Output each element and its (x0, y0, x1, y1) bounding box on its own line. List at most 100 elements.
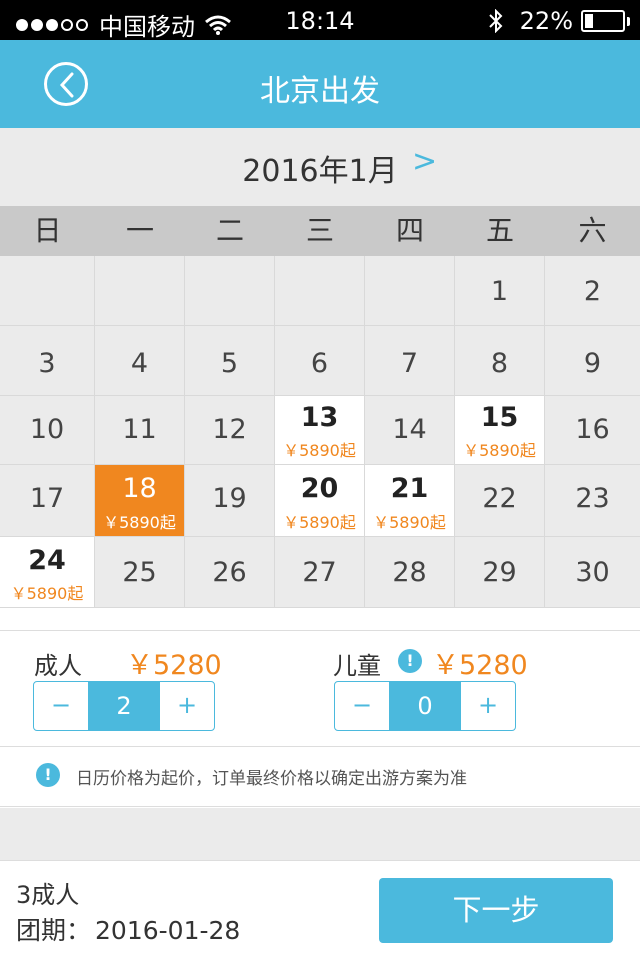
calendar-week-row: 12 (0, 256, 640, 326)
calendar-day-18[interactable]: 18 ￥5890起 (95, 465, 184, 536)
calendar-day-6: 6 (275, 326, 364, 395)
spacer (0, 808, 640, 860)
passenger-section: 成人 ￥5280 − 2 + 儿童 ! ￥5280 − 0 + (0, 630, 640, 747)
calendar-day-26: 26 (185, 537, 274, 607)
calendar-day-29: 29 (455, 537, 544, 607)
adult-plus-button[interactable]: + (160, 682, 214, 730)
date-label: 团期： (16, 916, 92, 945)
day-number: 29 (482, 557, 517, 588)
battery-level (585, 14, 593, 28)
status-bar: 中国移动 18:14 22% (0, 0, 640, 41)
day-price: ￥5890起 (283, 441, 356, 460)
adult-count: 2 (88, 682, 160, 730)
day-number: 3 (38, 348, 56, 379)
day-number: 21 (390, 473, 429, 504)
day-price: ￥5890起 (463, 441, 536, 460)
calendar-empty-cell (185, 256, 274, 325)
child-stepper: − 0 + (334, 681, 516, 731)
calendar-day-14: 14 (365, 396, 454, 464)
calendar-day-12: 12 (185, 396, 274, 464)
calendar-day-2: 2 (545, 256, 640, 325)
child-info-icon[interactable]: ! (398, 649, 422, 673)
calendar-day-3: 3 (0, 326, 94, 395)
day-number: 11 (122, 414, 157, 445)
day-number: 14 (392, 414, 427, 445)
price-notice: ! 日历价格为起价，订单最终价格以确定出游方案为准 (0, 747, 640, 807)
nav-bar: 北京出发 (0, 40, 640, 128)
calendar-day-22: 22 (455, 465, 544, 536)
battery-tip (627, 16, 630, 26)
day-number: 2 (583, 276, 602, 307)
next-month-button[interactable]: > (412, 144, 437, 179)
child-label: 儿童 (333, 652, 381, 680)
calendar-day-5: 5 (185, 326, 274, 395)
day-number: 25 (122, 557, 157, 588)
calendar-day-20[interactable]: 20 ￥5890起 (275, 465, 364, 536)
notice-info-icon: ! (36, 763, 60, 787)
day-number: 9 (583, 348, 602, 379)
month-header: 2016年1月 > (0, 128, 640, 206)
weekday-label: 一 (125, 214, 154, 247)
calendar-day-28: 28 (365, 537, 454, 607)
day-price: ￥5890起 (373, 513, 446, 532)
calendar-day-1: 1 (455, 256, 544, 325)
calendar-day-10: 10 (0, 396, 94, 464)
day-number: 26 (212, 557, 247, 588)
next-step-button[interactable]: 下一步 (379, 878, 613, 943)
day-number: 7 (400, 348, 419, 379)
footer-bar: 3成人 团期： 2016-01-28 下一步 (0, 860, 640, 960)
departure-date: 团期： 2016-01-28 (16, 911, 240, 947)
calendar-empty-cell (365, 256, 454, 325)
weekday-label: 三 (305, 214, 334, 247)
battery-icon (581, 10, 625, 32)
day-number: 19 (212, 483, 247, 514)
calendar-week-row: 3 4 5 6 7 8 9 (0, 326, 640, 396)
notice-text: 日历价格为起价，订单最终价格以确定出游方案为准 (76, 769, 467, 789)
child-price: ￥5280 (432, 650, 528, 681)
day-number: 16 (575, 414, 610, 445)
day-number: 4 (130, 348, 149, 379)
calendar-grid: 1 2 3 4 5 6 7 8 9 10 11 12 13 ￥5890起 14 15 ￥5890起 16 17 18 ￥… (0, 256, 640, 608)
weekday-header: 日一二三四五六 (0, 206, 640, 256)
weekday-label: 四 (395, 214, 424, 247)
calendar-week-row: 24 ￥5890起 25 26 27 28 29 30 (0, 537, 640, 608)
page-title: 北京出发 (260, 74, 380, 109)
passenger-summary: 3成人 (16, 881, 80, 909)
day-number: 1 (490, 276, 509, 307)
calendar-day-4: 4 (95, 326, 184, 395)
calendar-day-21[interactable]: 21 ￥5890起 (365, 465, 454, 536)
day-number: 15 (480, 402, 519, 433)
child-plus-button[interactable]: + (461, 682, 515, 730)
calendar-day-24[interactable]: 24 ￥5890起 (0, 537, 94, 607)
adult-minus-button[interactable]: − (34, 682, 88, 730)
day-number: 12 (212, 414, 247, 445)
day-number: 20 (300, 473, 339, 504)
month-label: 2016年1月 (242, 154, 398, 189)
child-minus-button[interactable]: − (335, 682, 389, 730)
adult-label: 成人 (34, 652, 82, 680)
status-right: 22% (488, 7, 630, 35)
calendar-day-7: 7 (365, 326, 454, 395)
day-number: 22 (482, 483, 517, 514)
calendar-week-row: 17 18 ￥5890起 19 20 ￥5890起 21 ￥5890起 22 23 (0, 465, 640, 537)
calendar-day-15[interactable]: 15 ￥5890起 (455, 396, 544, 464)
calendar-day-27: 27 (275, 537, 364, 607)
calendar-empty-cell (0, 256, 94, 325)
calendar-empty-cell (275, 256, 364, 325)
calendar-day-30: 30 (545, 537, 640, 607)
day-number: 13 (300, 402, 339, 433)
weekday-label: 五 (485, 214, 514, 247)
day-number: 6 (310, 348, 329, 379)
day-number: 10 (29, 414, 65, 445)
day-price: ￥5890起 (10, 584, 84, 603)
adult-price: ￥5280 (126, 650, 222, 681)
calendar-day-13[interactable]: 13 ￥5890起 (275, 396, 364, 464)
battery-percent: 22% (519, 7, 573, 35)
day-number: 8 (490, 348, 509, 379)
calendar-day-16: 16 (545, 396, 640, 464)
day-number: 30 (575, 557, 610, 588)
calendar-week-row: 10 11 12 13 ￥5890起 14 15 ￥5890起 16 (0, 396, 640, 465)
calendar-day-25: 25 (95, 537, 184, 607)
calendar-day-19: 19 (185, 465, 274, 536)
child-count: 0 (389, 682, 461, 730)
